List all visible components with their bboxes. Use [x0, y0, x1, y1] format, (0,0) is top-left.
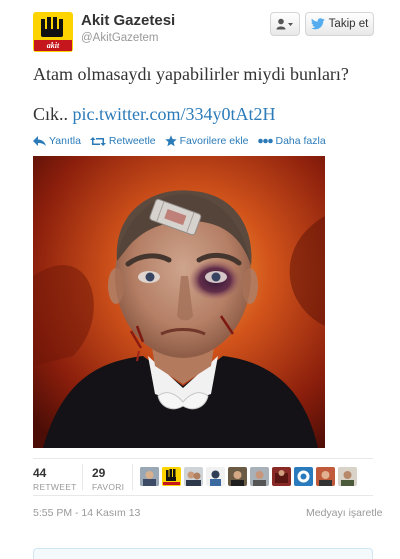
retweet-label: Retweetle [108, 135, 156, 147]
reply-action[interactable]: Yanıtla [33, 135, 81, 147]
engager-avatar[interactable] [316, 467, 335, 486]
twitter-bird-icon [310, 18, 325, 30]
rabia-hand-icon [41, 17, 63, 37]
stats-top-divider [33, 458, 373, 459]
more-dots-icon [257, 138, 273, 144]
tweet-card: akit Akit Gazetesi @AkitGazetem Takip et… [0, 0, 400, 559]
tweet-timestamp[interactable]: 5:55 PM - 14 Kasım 13 [33, 507, 140, 519]
portrait-image [33, 156, 325, 448]
retweet-icon [89, 136, 106, 146]
account-name[interactable]: Akit Gazetesi [81, 12, 175, 29]
reply-box[interactable] [33, 548, 373, 559]
tweet-photo[interactable] [33, 156, 325, 448]
reply-icon [33, 136, 46, 146]
engager-avatar[interactable] [140, 467, 159, 486]
retweets-stat[interactable]: 44 RETWEET [33, 466, 77, 492]
engager-avatar[interactable] [228, 467, 247, 486]
user-menu-icon [276, 18, 293, 30]
stats-divider-2 [132, 464, 133, 490]
account-avatar[interactable]: akit [33, 12, 73, 52]
account-handle[interactable]: @AkitGazetem [81, 32, 159, 44]
flag-media-link[interactable]: Medyayı işaretle [306, 507, 382, 519]
reply-label: Yanıtla [49, 135, 81, 147]
favorite-label: Favorilere ekle [179, 135, 249, 147]
star-icon [164, 135, 177, 147]
engager-avatar[interactable] [250, 467, 269, 486]
user-actions-button[interactable] [270, 12, 300, 36]
tweet-link-line: Cık.. pic.twitter.com/334y0tAt2H [33, 103, 276, 125]
more-label: Daha fazla [275, 135, 326, 147]
follow-button[interactable]: Takip et [305, 12, 374, 36]
engager-avatar[interactable] [206, 467, 225, 486]
engager-avatars [140, 467, 357, 486]
avatar-logo-text: akit [34, 40, 72, 51]
tweet-text: Atam olmasaydı yapabilirler miydi bunlar… [33, 64, 349, 84]
stats-divider [82, 464, 83, 490]
engager-avatar[interactable] [294, 467, 313, 486]
favorite-action[interactable]: Favorilere ekle [164, 135, 249, 147]
tweet-media-link[interactable]: pic.twitter.com/334y0tAt2H [73, 104, 276, 124]
retweet-action[interactable]: Retweetle [89, 135, 156, 147]
retweets-count: 44 [33, 466, 47, 480]
engager-avatar[interactable] [184, 467, 203, 486]
favorites-stat[interactable]: 29 FAVORI [92, 466, 124, 492]
engager-avatar[interactable] [162, 467, 181, 486]
retweets-label: RETWEET [33, 482, 77, 492]
stats-bottom-divider [33, 495, 373, 496]
tweet-actions: Yanıtla Retweetle Favorilere ekle Daha f… [33, 133, 335, 149]
engager-avatar[interactable] [272, 467, 291, 486]
favorites-count: 29 [92, 466, 106, 480]
follow-label: Takip et [328, 18, 369, 30]
more-action[interactable]: Daha fazla [257, 135, 326, 147]
tweet-link-prefix: Cık.. [33, 104, 69, 124]
favorites-label: FAVORI [92, 482, 125, 492]
engager-avatar[interactable] [338, 467, 357, 486]
